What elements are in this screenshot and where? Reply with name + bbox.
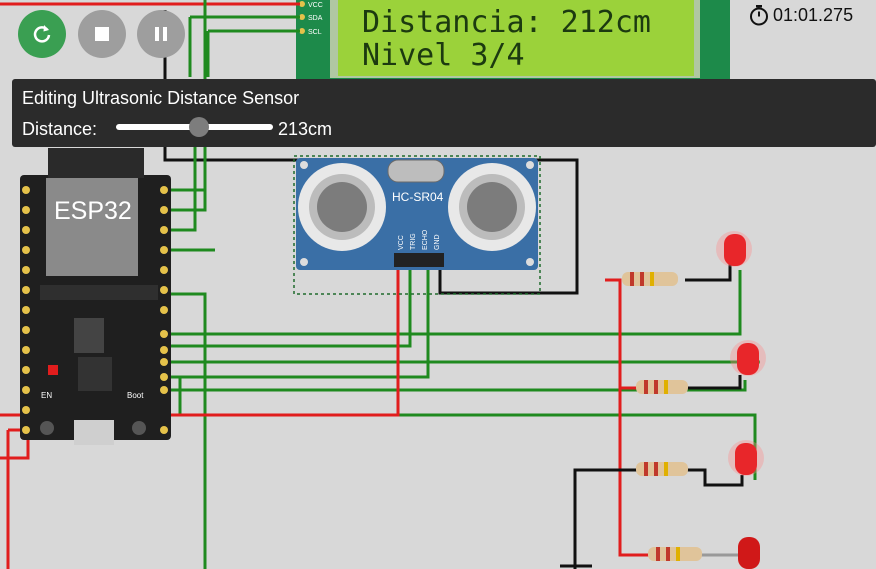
lcd-line-1: Distancia: 212cm (362, 5, 651, 40)
sensor-editor-panel: Editing Ultrasonic Distance Sensor Dista… (12, 79, 876, 147)
stop-icon (95, 27, 109, 41)
restart-button[interactable] (18, 10, 66, 58)
pause-icon (155, 27, 167, 41)
distance-slider[interactable] (116, 117, 273, 137)
ultrasonic-sensor[interactable]: HC-SR04 VCC TRIG ECHO GND (293, 155, 541, 295)
simulation-timer: 01:01.275 (748, 4, 853, 26)
stopwatch-icon (750, 5, 768, 26)
sensor-pin-trig-label: TRIG (410, 233, 417, 250)
lcd-text: Distancia: 212cm Nivel 3/4 (362, 6, 651, 72)
lcd-pin-sda-label: SDA (308, 15, 323, 22)
stop-button[interactable] (78, 10, 126, 58)
boot-button-label: Boot (127, 391, 144, 400)
sensor-pin-gnd-label: GND (434, 234, 441, 250)
distance-value: 213cm (278, 119, 333, 139)
pause-button[interactable] (137, 10, 185, 58)
editor-title: Editing Ultrasonic Distance Sensor (22, 88, 300, 108)
esp32-label: ESP32 (54, 197, 132, 225)
esp32-board[interactable]: ESP32 EN Boot (20, 148, 171, 445)
timer-value: 01:01.275 (773, 4, 854, 25)
lcd-pin-scl-label: SCL (308, 29, 322, 36)
distance-label: Distance: (22, 119, 98, 139)
slider-thumb[interactable] (189, 117, 210, 137)
lcd-pin-vcc-label: VCC (308, 2, 323, 9)
en-button-label: EN (41, 391, 52, 400)
lcd-line-2: Nivel 3/4 (362, 38, 525, 73)
sensor-pin-echo-label: ECHO (422, 229, 429, 250)
restart-icon (33, 25, 51, 43)
sensor-model-label: HC-SR04 (392, 190, 444, 204)
sensor-pin-vcc-label: VCC (398, 235, 405, 250)
